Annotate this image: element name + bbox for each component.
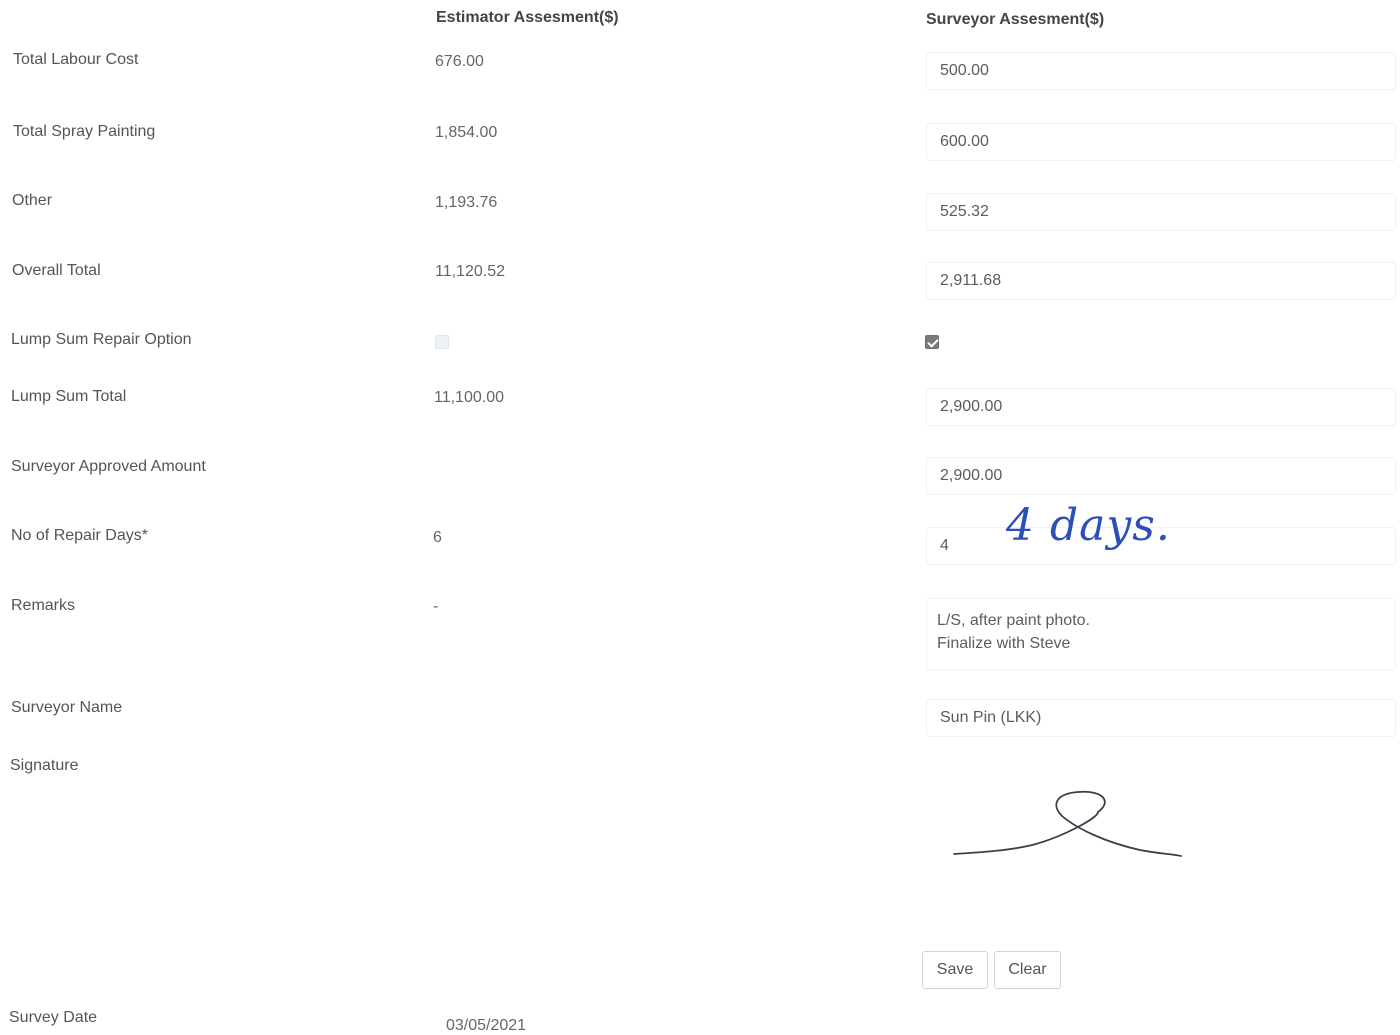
signature-stroke <box>953 790 1182 857</box>
surveyor-name-input[interactable] <box>926 699 1396 737</box>
save-button[interactable]: Save <box>922 951 988 989</box>
survey-date-value: 03/05/2021 <box>446 1017 527 1034</box>
remarks-label: Remarks <box>11 597 76 614</box>
total-labour-cost-surveyor-input[interactable] <box>926 52 1396 90</box>
lump-sum-total-surveyor-input[interactable] <box>926 388 1396 426</box>
lump-sum-estimator-checkbox <box>435 335 449 349</box>
total-spray-painting-estimator-value: 1,854.00 <box>435 124 498 141</box>
no-of-repair-days-estimator-value: 6 <box>433 529 442 546</box>
remarks-estimator-value: - <box>433 598 439 615</box>
survey-date-label: Survey Date <box>9 1009 98 1026</box>
clear-button[interactable]: Clear <box>994 951 1061 989</box>
surveyor-approved-amount-input[interactable] <box>926 457 1396 495</box>
total-spray-painting-label: Total Spray Painting <box>13 123 156 140</box>
lump-sum-repair-option-label: Lump Sum Repair Option <box>11 331 192 348</box>
surveyor-name-label: Surveyor Name <box>11 699 123 716</box>
surveyor-column-header: Surveyor Assesment($) <box>926 11 1105 28</box>
lump-sum-total-estimator-value: 11,100.00 <box>434 389 504 406</box>
signature-pad[interactable] <box>926 760 1396 930</box>
overall-total-surveyor-input[interactable] <box>926 262 1396 300</box>
total-labour-cost-label: Total Labour Cost <box>13 51 139 68</box>
no-of-repair-days-label: No of Repair Days* <box>11 527 148 544</box>
other-label: Other <box>12 192 53 209</box>
lump-sum-total-label: Lump Sum Total <box>11 388 127 405</box>
surveyor-approved-amount-label: Surveyor Approved Amount <box>11 458 206 475</box>
remarks-surveyor-textarea[interactable]: L/S, after paint photo. Finalize with St… <box>926 598 1396 670</box>
total-labour-cost-estimator-value: 676.00 <box>435 53 484 70</box>
overall-total-estimator-value: 11,120.52 <box>435 263 505 280</box>
overall-total-label: Overall Total <box>12 262 101 279</box>
other-estimator-value: 1,193.76 <box>435 194 498 211</box>
signature-label: Signature <box>10 757 79 774</box>
handwritten-note: 4 days. <box>1006 500 1171 551</box>
estimator-column-header: Estimator Assesment($) <box>436 9 619 26</box>
other-surveyor-input[interactable] <box>926 193 1396 231</box>
lump-sum-surveyor-checkbox[interactable] <box>925 335 939 349</box>
total-spray-painting-surveyor-input[interactable] <box>926 123 1396 161</box>
